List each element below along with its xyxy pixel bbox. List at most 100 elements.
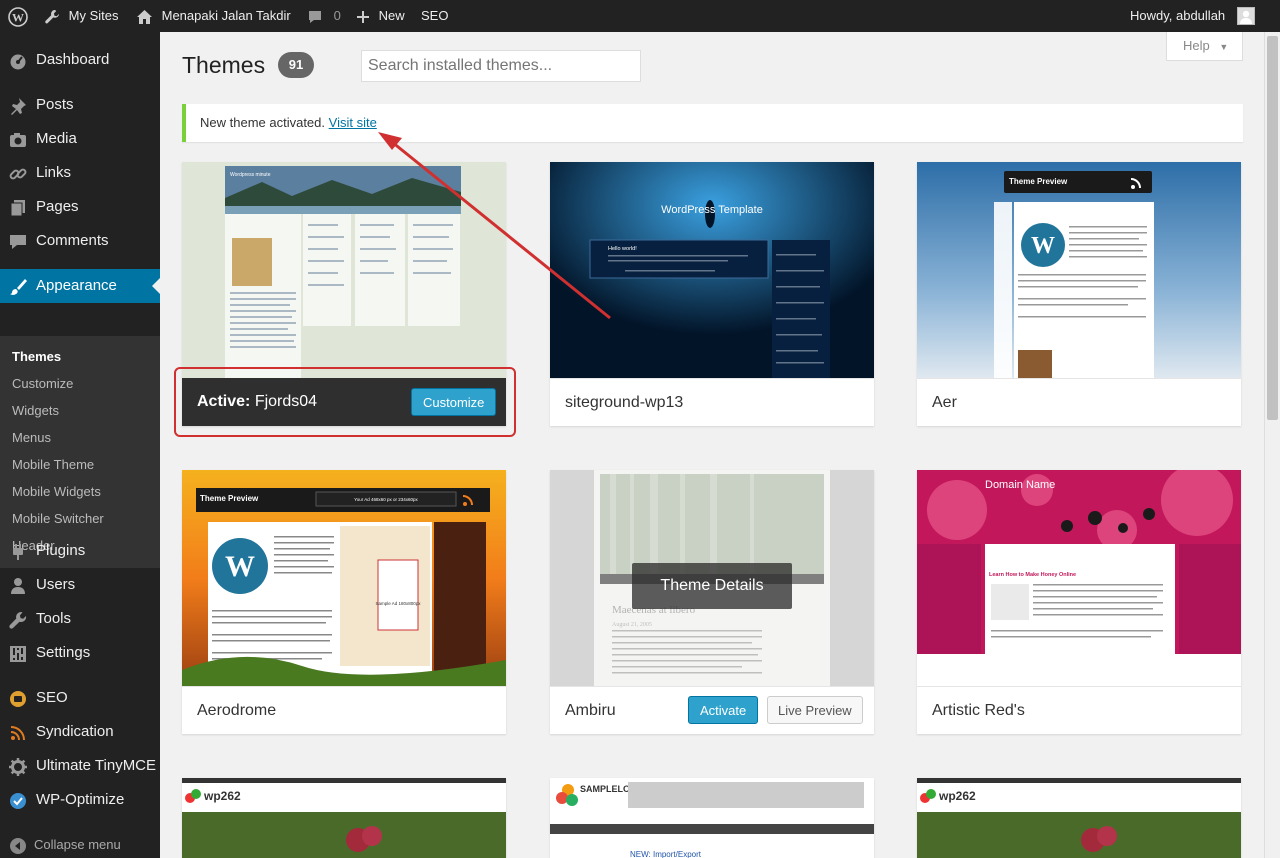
howdy-user[interactable]: Howdy, abdullah [1130,0,1225,32]
my-sites-link[interactable]: My Sites [44,0,118,32]
theme-card-samplelogo[interactable]: SAMPLELOGO NEW: Import/Export [550,778,874,858]
menu-appearance-label: Appearance [36,277,117,294]
live-preview-button[interactable]: Live Preview [767,696,863,724]
theme-screenshot: SAMPLELOGO NEW: Import/Export [550,778,874,858]
theme-screenshot: Theme Preview W [917,162,1241,378]
pages-icon [10,200,25,217]
menu-appearance[interactable]: Appearance [0,269,160,303]
theme-screenshot: Wordpress minute [182,162,506,378]
gear-icon [9,758,27,776]
admin-menu: Dashboard Posts Media Links Pages Commen… [0,32,160,858]
collapse-menu-label: Collapse menu [34,837,121,852]
theme-card-wp262-a[interactable]: wp262 [182,778,506,858]
theme-name: Ambiru [565,702,616,719]
theme-name: siteground-wp13 [565,394,684,411]
menu-ultimate-tinymce[interactable]: Ultimate TinyMCE [0,749,160,783]
menu-wp-optimize[interactable]: WP-Optimize [0,783,160,817]
menu-pages-label: Pages [36,198,79,215]
theme-card-ambiru[interactable]: Maecenas at libero August 21, 2005 Theme… [550,470,874,734]
theme-preview-label: Theme Preview [200,494,259,503]
avatar[interactable] [1237,7,1255,25]
activate-button[interactable]: Activate [688,696,759,724]
theme-preview-label: Theme Preview [1009,177,1068,186]
theme-name-bar: Aer [917,378,1241,426]
plug-icon [13,544,23,560]
ad-banner-text: Your Ad 468x60 px or 234x60px [354,497,418,502]
menu-media[interactable]: Media [0,122,160,156]
submenu-menus[interactable]: Menus [12,430,51,445]
theme-screenshot: Maecenas at libero August 21, 2005 Theme… [550,470,874,686]
search-input[interactable] [361,50,641,82]
theme-screenshot: Theme Preview Your Ad 468x60 px or 234x6… [182,470,506,686]
menu-wp-optimize-label: WP-Optimize [36,791,125,808]
theme-name: Aerodrome [197,702,277,719]
menu-seo[interactable]: SEO [0,681,160,715]
site-name-label: Menapaki Jalan Takdir [161,8,291,23]
menu-settings[interactable]: Settings [0,636,160,670]
theme-screenshot: wp262 [182,778,506,858]
notice-text: New theme activated. [200,115,326,130]
submenu-mobile-switcher[interactable]: Mobile Switcher [12,511,104,526]
new-label: New [378,8,405,23]
svg-text:W: W [1031,233,1055,259]
submenu-mobile-theme[interactable]: Mobile Theme [12,457,94,472]
submenu-customize[interactable]: Customize [12,376,73,391]
checkmark-circle-icon [10,793,26,809]
annotation-highlight-box [174,367,516,437]
wp262-title: wp262 [203,789,241,803]
theme-card-siteground-wp13[interactable]: WordPress Template Hello world! sitegrou… [550,162,874,426]
site-name-link[interactable]: Menapaki Jalan Takdir [136,0,291,32]
collapse-arrow-icon [10,838,26,854]
menu-comments[interactable]: Comments [0,224,160,258]
menu-syndication[interactable]: Syndication [0,715,160,749]
menu-links-label: Links [36,164,72,181]
theme-screenshot: wp262 [917,778,1241,858]
theme-card-wp262-b[interactable]: wp262 [917,778,1241,858]
menu-tools[interactable]: Tools [0,602,160,636]
pushpin-icon [11,98,26,115]
page-scrollbar[interactable] [1264,32,1280,858]
my-sites-label: My Sites [68,8,119,23]
menu-media-label: Media [36,130,77,147]
help-tab-button[interactable]: Help ▼ [1166,32,1243,61]
menu-plugins[interactable]: Plugins [0,534,160,568]
theme-screenshot: Domain Name Learn How to Make Honey Onli… [917,470,1241,686]
visit-site-link[interactable]: Visit site [329,115,377,130]
submenu-widgets[interactable]: Widgets [12,403,59,418]
page-title: Themes [182,52,266,78]
settings-sliders-icon [10,646,26,662]
menu-pages[interactable]: Pages [0,190,160,224]
fjords-title: Wordpress minute [230,172,271,178]
seo-admin-link[interactable]: SEO [421,0,448,32]
theme-card-artistic-reds[interactable]: Domain Name Learn How to Make Honey Onli… [917,470,1241,734]
chain-link-icon [9,168,27,180]
menu-posts[interactable]: Posts [0,88,160,122]
rss-feed-icon [10,726,25,741]
submenu-themes[interactable]: Themes [12,349,61,364]
theme-details-button[interactable]: Theme Details [632,563,792,609]
menu-settings-label: Settings [36,644,91,661]
menu-links[interactable]: Links [0,156,160,190]
wordpress-logo-icon[interactable]: W [8,0,28,32]
wrench-icon [9,612,27,629]
theme-card-aerodrome[interactable]: Theme Preview Your Ad 468x60 px or 234x6… [182,470,506,734]
submenu-mobile-widgets[interactable]: Mobile Widgets [12,484,101,499]
menu-users[interactable]: Users [0,568,160,602]
comments-link[interactable]: 0 [307,0,341,32]
collapse-menu[interactable]: Collapse menu [0,828,160,858]
theme-activated-notice: New theme activated. Visit site [182,104,1243,142]
home-icon [137,9,152,24]
new-import-text: NEW: Import/Export [630,850,702,858]
hello-world-text: Hello world! [608,246,637,252]
menu-dashboard[interactable]: Dashboard [0,43,160,77]
theme-card-aer[interactable]: Theme Preview W Aer [917,162,1241,426]
scrollbar-thumb[interactable] [1267,36,1278,420]
theme-actions-bar: Ambiru Activate Live Preview [550,686,874,734]
wrench-icon [45,9,59,23]
sample-ad-text: Sample Ad 180x800px [375,601,421,606]
menu-plugins-label: Plugins [36,542,86,559]
plus-icon [357,10,369,23]
comments-count: 0 [333,8,341,23]
theme-name-bar: siteground-wp13 [550,378,874,426]
new-content-link[interactable]: New [356,0,405,32]
